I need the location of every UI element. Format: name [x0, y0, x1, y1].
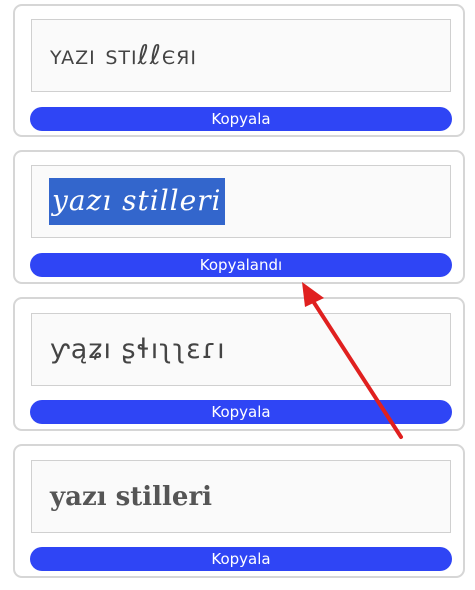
copy-button[interactable]: Kopyala	[30, 400, 452, 424]
copy-button[interactable]: Kopyalandı	[30, 253, 452, 277]
styled-text-box[interactable]: yazı stilleri	[31, 460, 451, 533]
font-style-card: ƴąʑı ʂɬıʅʅɛɾı Kopyala	[13, 297, 465, 431]
styled-text-box[interactable]: yazı stilleri	[31, 165, 451, 238]
copy-button[interactable]: Kopyala	[30, 107, 452, 131]
styled-text: ƴąʑı ʂɬıʅʅɛɾı	[50, 334, 226, 365]
styled-text: yazı sтιℓℓєяι	[50, 40, 197, 71]
styled-text-box[interactable]: ƴąʑı ʂɬıʅʅɛɾı	[31, 313, 451, 386]
styled-text: yazı stilleri	[50, 481, 213, 512]
font-style-card: yazı stilleri Kopyala	[13, 444, 465, 578]
font-style-card: yazı sтιℓℓєяι Kopyala	[13, 4, 465, 137]
styled-text-box[interactable]: yazı sтιℓℓєяι	[31, 19, 451, 92]
copy-button[interactable]: Kopyala	[30, 547, 452, 571]
selected-styled-text: yazı stilleri	[49, 178, 225, 225]
font-style-card: yazı stilleri Kopyalandı	[13, 150, 465, 284]
